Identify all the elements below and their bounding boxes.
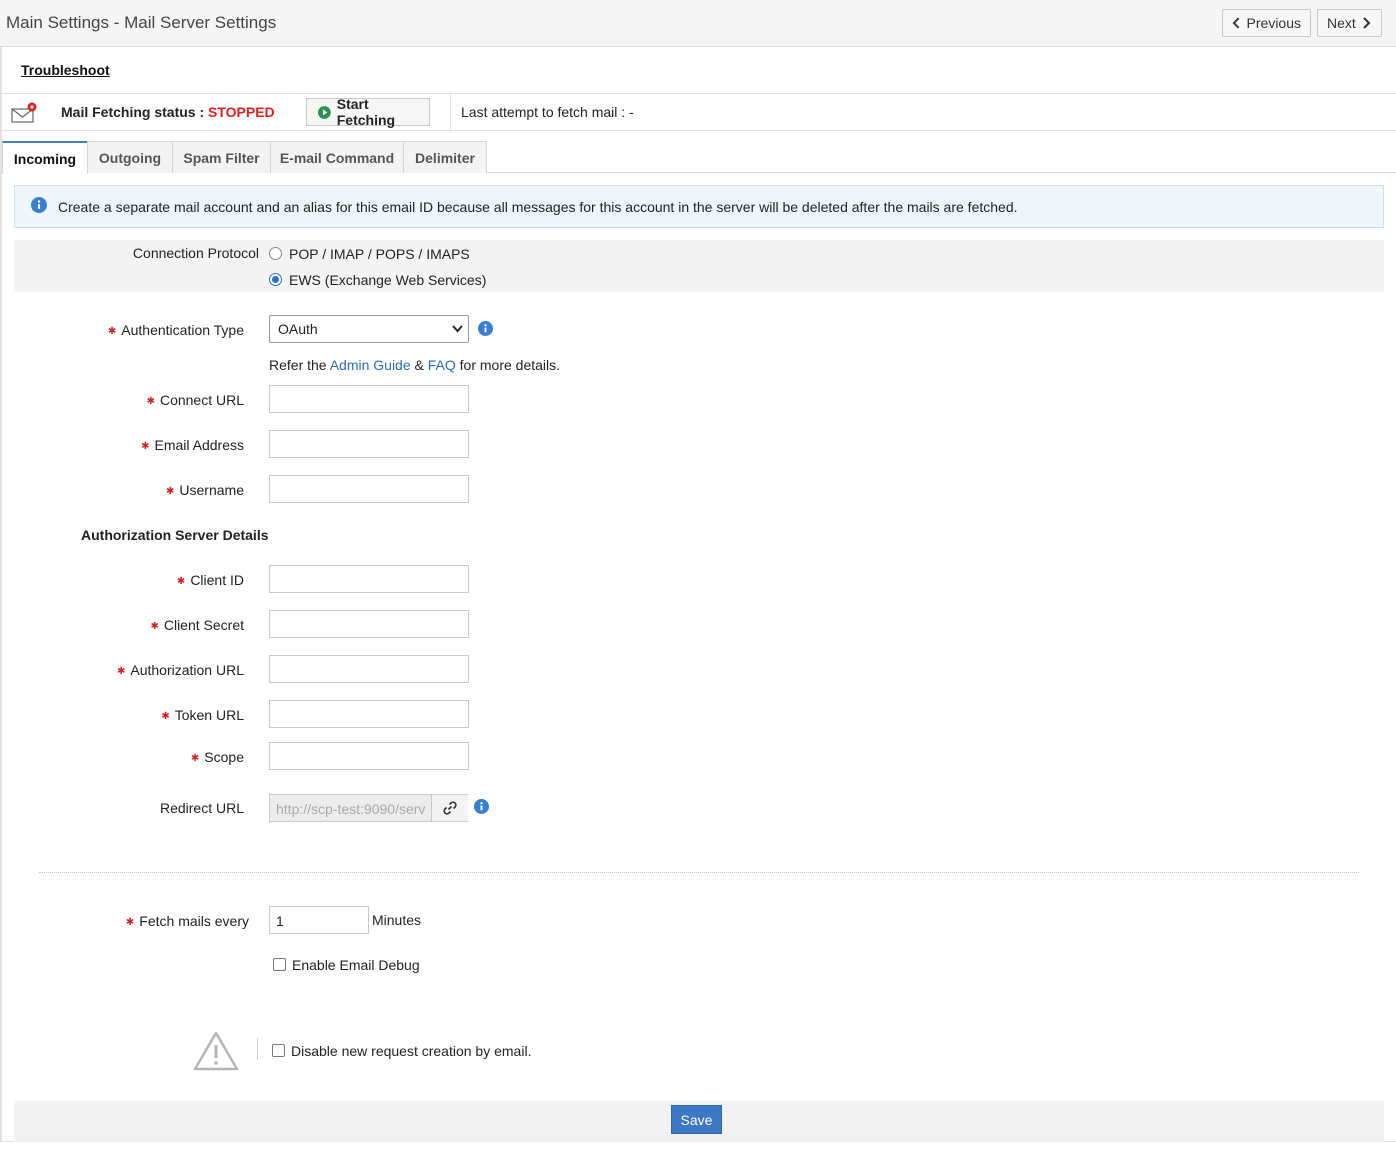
- authentication-type-label: ✱ Authentication Type: [60, 322, 244, 338]
- tab-email-command[interactable]: E-mail Command: [270, 141, 404, 173]
- required-asterisk: ✱: [176, 576, 186, 587]
- username-input[interactable]: [269, 475, 469, 503]
- auth-type-info-icon[interactable]: [478, 321, 493, 336]
- fetch-unit-label: Minutes: [372, 912, 422, 928]
- warning-divider: [257, 1038, 258, 1060]
- refer-suffix: for more details.: [455, 357, 561, 373]
- chevron-right-icon: [1363, 17, 1371, 29]
- redirect-url-value: http://scp-test:9090/serv: [276, 801, 426, 817]
- tab-delimiter[interactable]: Delimiter: [403, 141, 487, 173]
- authorization-url-input[interactable]: [269, 655, 469, 683]
- required-asterisk: ✱: [146, 396, 155, 407]
- disable-request-creation-checkbox[interactable]: [272, 1044, 285, 1057]
- mail-fetching-status-bar: Mail Fetching status : STOPPED Start Fet…: [0, 93, 1396, 131]
- next-button[interactable]: Next: [1317, 9, 1382, 37]
- copy-link-button[interactable]: [431, 795, 468, 821]
- connection-protocol-label: Connection Protocol: [132, 245, 259, 261]
- save-button[interactable]: Save: [671, 1105, 722, 1134]
- required-asterisk: ✱: [150, 621, 159, 632]
- chevron-left-icon: [1232, 17, 1240, 29]
- section-divider: [39, 872, 1359, 873]
- authentication-type-text: Authentication Type: [121, 322, 244, 338]
- disable-request-creation-label: Disable new request creation by email.: [291, 1043, 532, 1059]
- enable-email-debug-label: Enable Email Debug: [292, 957, 420, 973]
- play-icon: [318, 105, 331, 119]
- username-text: Username: [179, 482, 244, 498]
- redirect-url-label: Redirect URL: [159, 800, 244, 816]
- page-header: Main Settings - Mail Server Settings Pre…: [0, 0, 1396, 47]
- email-address-text: Email Address: [154, 437, 244, 453]
- admin-guide-link[interactable]: Admin Guide: [330, 357, 411, 373]
- required-asterisk: ✱: [190, 753, 200, 764]
- tab-spam-filter[interactable]: Spam Filter: [172, 141, 271, 173]
- required-asterisk: ✱: [116, 666, 126, 677]
- protocol-pop-imap-label: POP / IMAP / POPS / IMAPS: [289, 246, 470, 262]
- troubleshoot-link[interactable]: Troubleshoot: [21, 62, 110, 78]
- mail-status-icon: [11, 102, 37, 123]
- client-id-label: ✱ Client ID: [60, 572, 244, 588]
- connect-url-input[interactable]: [269, 385, 469, 413]
- status-value: STOPPED: [208, 104, 275, 120]
- scope-label: ✱ Scope: [60, 749, 244, 765]
- required-asterisk: ✱: [166, 486, 175, 497]
- protocol-pop-imap-radio[interactable]: [269, 247, 282, 260]
- status-divider: [450, 94, 451, 130]
- settings-tabs: Incoming Outgoing Spam Filter E-mail Com…: [0, 141, 1396, 174]
- fetch-mails-text: Fetch mails every: [139, 913, 249, 929]
- previous-label: Previous: [1246, 15, 1301, 31]
- required-asterisk: ✱: [161, 711, 170, 722]
- scope-input[interactable]: [269, 742, 469, 770]
- status-label-text: Mail Fetching status :: [61, 104, 209, 120]
- client-secret-text: Client Secret: [163, 617, 244, 633]
- client-secret-label: ✱ Client Secret: [60, 617, 244, 633]
- token-url-input[interactable]: [269, 700, 469, 728]
- scope-text: Scope: [204, 749, 244, 765]
- authentication-type-select[interactable]: OAuth: [269, 315, 469, 343]
- auth-server-section-title: Authorization Server Details: [81, 527, 269, 543]
- start-fetching-button[interactable]: Start Fetching: [306, 96, 430, 128]
- client-secret-input[interactable]: [269, 610, 469, 638]
- refer-text: Refer the Admin Guide & FAQ for more det…: [269, 357, 560, 373]
- enable-email-debug-checkbox[interactable]: [273, 958, 286, 971]
- token-url-text: Token URL: [174, 707, 244, 723]
- client-id-input[interactable]: [269, 565, 469, 593]
- faq-link[interactable]: FAQ: [428, 357, 456, 373]
- fetch-interval-input[interactable]: 1: [269, 906, 369, 934]
- required-asterisk: ✱: [125, 917, 135, 928]
- fetch-mails-label: ✱ Fetch mails every: [60, 913, 249, 929]
- email-address-label: ✱ Email Address: [60, 437, 244, 453]
- protocol-ews-label: EWS (Exchange Web Services): [289, 272, 487, 288]
- connect-url-label: ✱ Connect URL: [60, 392, 244, 408]
- start-fetching-label: Start Fetching: [336, 96, 396, 128]
- tab-incoming[interactable]: Incoming: [2, 141, 88, 174]
- refer-prefix: Refer the: [269, 357, 330, 373]
- redirect-url-field: http://scp-test:9090/serv: [269, 794, 468, 822]
- client-id-text: Client ID: [190, 572, 244, 588]
- link-icon: [443, 801, 457, 815]
- tab-outgoing[interactable]: Outgoing: [87, 141, 173, 173]
- last-attempt-text: Last attempt to fetch mail : -: [461, 104, 634, 120]
- info-banner: Create a separate mail account and an al…: [14, 185, 1384, 228]
- authentication-type-value: OAuth: [278, 321, 318, 337]
- required-asterisk: ✱: [107, 326, 117, 337]
- warning-icon: [193, 1031, 239, 1071]
- page-title: Main Settings - Mail Server Settings: [6, 13, 277, 32]
- previous-button[interactable]: Previous: [1222, 9, 1311, 37]
- info-icon: [31, 197, 47, 213]
- username-label: ✱ Username: [60, 482, 244, 498]
- next-label: Next: [1327, 15, 1356, 31]
- authorization-url-label: ✱ Authorization URL: [60, 662, 244, 678]
- chevron-down-icon: [452, 325, 463, 333]
- authorization-url-text: Authorization URL: [130, 662, 244, 678]
- required-asterisk: ✱: [141, 441, 150, 452]
- email-address-input[interactable]: [269, 430, 469, 458]
- protocol-ews-radio[interactable]: [269, 273, 282, 286]
- mail-fetching-status: Mail Fetching status : STOPPED: [61, 104, 275, 120]
- token-url-label: ✱ Token URL: [60, 707, 244, 723]
- connect-url-text: Connect URL: [159, 392, 244, 408]
- refer-ampersand: &: [410, 357, 428, 373]
- redirect-url-info-icon[interactable]: [474, 799, 489, 814]
- info-text: Create a separate mail account and an al…: [58, 199, 1018, 215]
